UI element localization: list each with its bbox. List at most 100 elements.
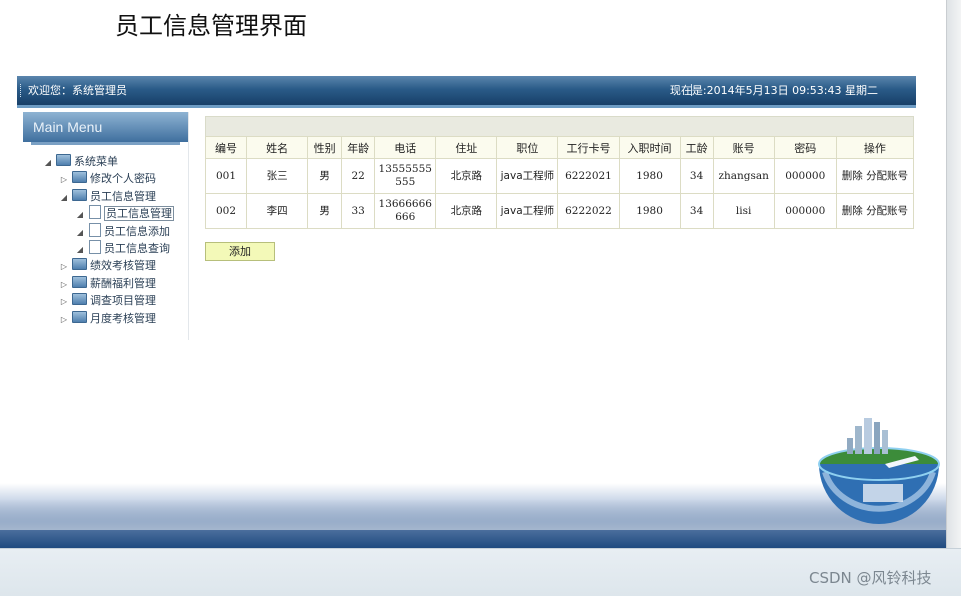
sidebar-item-label: 调查项目管理 <box>90 294 156 308</box>
watermark-text: CSDN @风铃科技 <box>809 569 932 587</box>
expanded-arrow-icon[interactable]: ◢ <box>59 189 69 206</box>
vertical-scrollbar[interactable] <box>946 0 961 548</box>
cell-card: 6222021 <box>557 158 620 194</box>
expanded-arrow-icon[interactable]: ◢ <box>43 154 53 171</box>
sidebar-item[interactable]: ▷ 绩效考核管理 <box>59 257 156 274</box>
column-header: 编号 <box>204 136 248 159</box>
cell-actions: 删除 分配账号 <box>835 193 915 229</box>
add-button[interactable]: 添加 <box>205 242 275 261</box>
sidebar-item[interactable]: ◢ 员工信息管理 <box>59 188 156 205</box>
cell-phone: 13555555555 <box>374 158 437 194</box>
footer-wave <box>0 500 946 530</box>
folder-icon <box>56 154 71 166</box>
sidebar-item-label: 员工信息添加 <box>104 224 170 238</box>
collapsed-arrow-icon[interactable]: ▷ <box>59 311 69 328</box>
folder-icon <box>72 171 87 184</box>
cell-address: 北京路 <box>435 193 498 229</box>
cell-card: 6222022 <box>557 193 620 229</box>
cell-gender: 男 <box>307 193 343 229</box>
collapsed-arrow-icon[interactable]: ▷ <box>59 258 69 275</box>
column-header: 住址 <box>435 136 498 159</box>
sidebar-item-label: 员工信息查询 <box>104 242 170 255</box>
sidebar-item[interactable]: ◢ 员工信息管理 <box>75 205 174 222</box>
column-header: 工行卡号 <box>557 136 620 159</box>
column-header: 姓名 <box>246 136 309 159</box>
sidebar-item[interactable]: ▷ 薪酬福利管理 <box>59 275 156 292</box>
column-header: 账号 <box>712 136 775 159</box>
cell-password: 000000 <box>773 158 837 194</box>
cell-age: 22 <box>341 158 376 194</box>
sidebar-item[interactable]: ◢ 员工信息添加 <box>75 222 170 240</box>
sidebar: Main Menu ◢ 系统菜单 ▷ 修改个人密码 ◢ 员工信息管理 ◢ 员工信息管理 ◢ 员工信… <box>23 112 189 340</box>
column-header: 性别 <box>307 136 343 159</box>
folder-icon <box>72 310 87 323</box>
expanded-arrow-icon: ◢ <box>76 245 84 254</box>
top-bar: 欢迎您：系统管理员 现在是:2014年5月13日 09:53:43 星期二 <box>17 76 916 108</box>
main-menu-header: Main Menu <box>23 112 188 142</box>
sidebar-item-label: 薪酬福利管理 <box>90 276 156 290</box>
column-header: 电话 <box>374 136 437 159</box>
sidebar-item[interactable]: ▷ 修改个人密码 <box>59 170 156 187</box>
sidebar-item-label: 员工信息管理 <box>104 206 174 222</box>
folder-icon <box>72 188 87 201</box>
cell-position: java工程师 <box>496 193 559 229</box>
welcome-text: 欢迎您：系统管理员 <box>28 84 127 97</box>
assign-account-link[interactable]: 分配账号 <box>866 205 908 217</box>
cell-gender: 男 <box>307 158 343 194</box>
menu-header-rule <box>31 142 180 145</box>
cell-address: 北京路 <box>435 158 498 194</box>
sidebar-item[interactable]: ▷ 调查项目管理 <box>59 292 156 309</box>
document-icon <box>89 205 101 220</box>
cell-name: 李四 <box>246 193 309 229</box>
cell-name: 张三 <box>246 158 309 194</box>
table-header-row: 编号 姓名 性别 年龄 电话 住址 职位 工行卡号 入职时间 工龄 账号 密码 操作 <box>204 136 915 159</box>
globe-city-illustration <box>818 418 940 524</box>
folder-icon <box>72 275 87 288</box>
sidebar-item-label: 员工信息管理 <box>90 189 156 203</box>
document-icon <box>89 240 101 254</box>
sidebar-item[interactable]: ▷ 月度考核管理 <box>59 310 156 327</box>
collapsed-arrow-icon[interactable]: ▷ <box>59 171 69 188</box>
sidebar-item[interactable]: ◢ 系统菜单 <box>43 153 118 170</box>
grid-header-bar <box>205 116 914 136</box>
cell-joined: 1980 <box>618 193 681 229</box>
cell-account: lisi <box>712 193 775 229</box>
delete-link[interactable]: 删除 <box>842 205 863 217</box>
delete-link[interactable]: 删除 <box>842 170 863 182</box>
expanded-arrow-icon: ◢ <box>76 227 84 237</box>
document-icon <box>89 222 101 237</box>
column-header: 工龄 <box>679 136 714 159</box>
table-row: 002 李四男 33 13666666666 北京路 java工程师 6222022 1980… <box>204 193 915 229</box>
cell-phone: 13666666666 <box>374 193 437 229</box>
table-row: 001 张三男 22 13555555555 北京路 java工程师 6222021 1980… <box>204 158 915 194</box>
sidebar-item[interactable]: ◢ 员工信息查询 <box>75 240 170 257</box>
column-header: 入职时间 <box>618 136 681 159</box>
folder-icon <box>72 258 87 271</box>
cell-age: 33 <box>341 193 376 229</box>
folder-icon <box>72 293 87 306</box>
page-title: 员工信息管理界面 <box>115 12 307 40</box>
assign-account-link[interactable]: 分配账号 <box>866 170 908 182</box>
sidebar-item-label: 绩效考核管理 <box>90 259 156 273</box>
cell-account: zhangsan <box>712 158 775 194</box>
column-header: 年龄 <box>341 136 376 159</box>
sidebar-item-label: 系统菜单 <box>74 155 118 168</box>
cell-years: 34 <box>679 158 714 194</box>
sidebar-item-label: 修改个人密码 <box>90 172 156 186</box>
collapsed-arrow-icon[interactable]: ▷ <box>59 276 69 293</box>
cell-years: 34 <box>679 193 714 229</box>
collapsed-arrow-icon[interactable]: ▷ <box>59 293 69 310</box>
datetime-text: 现在是:2014年5月13日 09:53:43 星期二 <box>669 84 878 97</box>
cell-id: 001 <box>204 158 248 194</box>
cell-position: java工程师 <box>496 158 559 194</box>
expanded-arrow-icon: ◢ <box>76 210 84 220</box>
column-header: 操作 <box>835 136 915 159</box>
sidebar-item-label: 月度考核管理 <box>90 311 156 325</box>
cell-id: 002 <box>204 193 248 229</box>
column-header: 密码 <box>773 136 837 159</box>
cell-password: 000000 <box>773 193 837 229</box>
cell-actions: 删除 分配账号 <box>835 158 915 194</box>
cell-joined: 1980 <box>618 158 681 194</box>
employee-grid: 编号 姓名 性别 年龄 电话 住址 职位 工行卡号 入职时间 工龄 账号 密码 操作 001 张三男 22 1… <box>204 116 915 229</box>
topbar-divider <box>20 84 22 97</box>
